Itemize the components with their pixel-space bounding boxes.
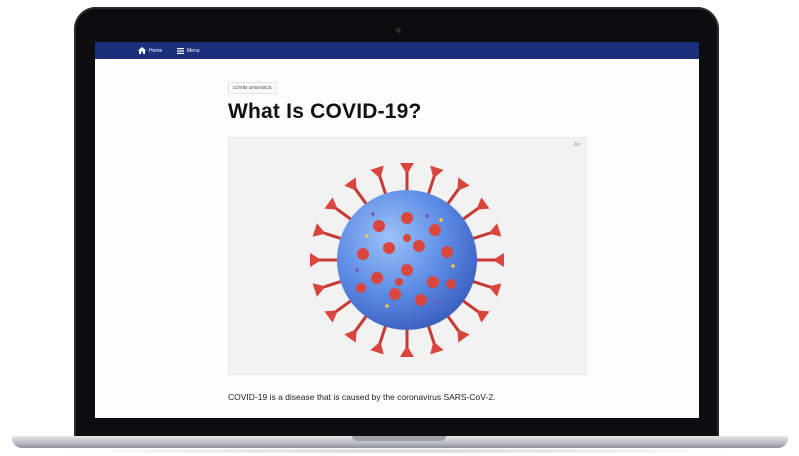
virus-surface-protein — [429, 224, 441, 236]
menu-icon — [177, 47, 184, 54]
virus-surface-protein — [401, 212, 413, 224]
laptop-shadow — [40, 448, 760, 454]
virus-spike-head — [344, 330, 357, 343]
virus-speck — [371, 212, 375, 216]
nav-home-link[interactable]: Home — [138, 45, 162, 56]
virus-surface-protein — [413, 240, 425, 252]
virus-spike-head — [477, 310, 490, 323]
virus-speck — [355, 268, 359, 272]
virus-surface-protein — [373, 220, 385, 232]
article-intro-text: COVID-19 is a disease that is caused by … — [228, 392, 496, 402]
top-nav-bar: Home Menu — [95, 42, 699, 59]
virus-speck — [451, 264, 455, 268]
virus-speck — [425, 214, 429, 218]
virus-spike-head — [344, 177, 357, 190]
virus-spike-head — [495, 253, 504, 267]
webcam — [396, 28, 401, 33]
image-badge: Ad — [573, 142, 580, 148]
virus-spike-head — [400, 348, 414, 357]
laptop-notch — [352, 436, 446, 441]
virus-surface-protein — [401, 264, 413, 276]
virus-spike-head — [490, 283, 502, 297]
virus-surface-protein — [395, 278, 403, 286]
virus-spike-head — [310, 253, 319, 267]
virus-spike-head — [370, 165, 384, 177]
nav-menu-button[interactable]: Menu — [177, 45, 200, 56]
browser-screen: Home Menu COVID-19 BASICS What Is COVID-… — [95, 42, 699, 418]
virus-speck — [439, 218, 443, 222]
virus-surface-protein — [356, 283, 366, 293]
virus-spike-head — [477, 197, 490, 210]
virus-surface-protein — [441, 246, 453, 258]
virus-surface-protein — [446, 279, 456, 289]
virus-surface-protein — [415, 294, 427, 306]
virus-spike-head — [457, 330, 470, 343]
virus-surface-protein — [403, 234, 411, 242]
nav-home-label: Home — [149, 47, 163, 54]
virus-spike-head — [370, 343, 384, 355]
virus-spike-head — [312, 283, 324, 297]
coronavirus-illustration — [310, 163, 504, 357]
virus-spike-head — [430, 165, 444, 177]
nav-menu-label: Menu — [187, 47, 200, 54]
virus-spike-head — [400, 163, 414, 172]
virus-surface-protein — [371, 272, 383, 284]
virus-spike-head — [324, 197, 337, 210]
hero-image: Ad — [228, 137, 587, 375]
home-icon — [138, 47, 146, 54]
virus-spike-head — [312, 223, 324, 237]
category-tag[interactable]: COVID-19 BASICS — [228, 82, 277, 94]
virus-speck — [385, 304, 389, 308]
virus-surface-protein — [383, 242, 395, 254]
virus-spike-head — [457, 177, 470, 190]
virus-surface-protein — [389, 288, 401, 300]
virus-spike-head — [324, 310, 337, 323]
virus-spike-head — [490, 223, 502, 237]
virus-surface-protein — [427, 276, 439, 288]
virus-surface-protein — [357, 248, 369, 260]
page-title: What Is COVID-19? — [228, 100, 422, 123]
virus-speck — [435, 300, 439, 304]
virus-spike-head — [430, 343, 444, 355]
virus-speck — [365, 234, 369, 238]
